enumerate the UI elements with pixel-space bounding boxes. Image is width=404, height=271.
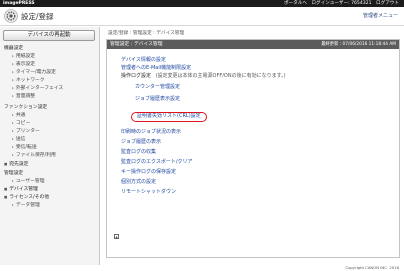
admin-menu-link[interactable]: 管理者メニュー — [363, 12, 398, 19]
sidebar-item-send[interactable]: 送信 — [12, 136, 26, 143]
sidebar: デバイスの再起動 機器設定 用紙設定 表示設定 タイマー/電力設定 ネットワーク… — [0, 27, 100, 265]
audit-log-collection-link[interactable]: 監査ログの収集 — [121, 149, 156, 156]
sidebar-item-timer-power[interactable]: タイマー/電力設定 — [12, 69, 56, 76]
page-title: 設定/登録 — [21, 12, 54, 21]
copyright-label: Copyright CANON INC. 2016 — [345, 265, 399, 270]
sidebar-item-common[interactable]: 共通 — [12, 112, 26, 119]
audit-log-export-link[interactable]: 監査ログのエクスポート/クリア — [121, 159, 193, 166]
sidebar-section-management-settings[interactable]: 管理設定 — [4, 170, 23, 177]
brand-label: imagePRESS — [3, 1, 35, 6]
device-management-panel: 管理設定 : デバイス管理 最終更新 : 07/06/2016 11:18:44… — [106, 39, 400, 258]
gear-icon — [4, 9, 18, 23]
admin-email-link[interactable]: 管理者へのE-Mail機能制限設定 — [121, 65, 191, 72]
breadcrumb: 設定/登録 : 管理設定 : デバイス管理 — [108, 31, 185, 36]
individual-method-link[interactable]: 個別方式の設定 — [121, 179, 156, 186]
sidebar-item-printer[interactable]: プリンター — [12, 128, 40, 135]
sidebar-item-external-interface[interactable]: 外部インターフェイス — [12, 85, 64, 92]
job-history-display-settings-link[interactable]: ジョブ履歴表示設定 — [135, 96, 180, 103]
sidebar-item-display[interactable]: 表示設定 — [12, 61, 35, 68]
sidebar-item-volume[interactable]: 音量調整 — [12, 93, 35, 100]
top-bar: imagePRESS ポータルへ ログインユーザー: 7654321 ログアウト — [0, 0, 404, 7]
footer: Copyright CANON INC. 2016 — [0, 265, 404, 271]
restart-device-button[interactable]: デバイスの再起動 — [3, 30, 95, 41]
sidebar-item-copy[interactable]: コピー — [12, 120, 30, 127]
sidebar-item-data-management[interactable]: データ管理 — [12, 202, 40, 209]
sidebar-section-device-settings[interactable]: 機器設定 — [4, 45, 23, 52]
logout-link[interactable]: ログアウト — [376, 1, 399, 6]
print-job-status-link[interactable]: 印刷時のジョブ状況の表示 — [121, 129, 181, 136]
operation-log-label: 操作ログ設定 — [121, 73, 152, 79]
sidebar-item-receive-forward[interactable]: 受信/転送 — [12, 144, 37, 151]
highlight-ring — [131, 112, 207, 122]
portal-link[interactable]: ポータルへ — [284, 1, 307, 6]
main-content: 設定/登録 : 管理設定 : デバイス管理 管理設定 : デバイス管理 最終更新… — [101, 27, 404, 265]
sidebar-item-paper[interactable]: 用紙設定 — [12, 53, 35, 60]
device-info-link[interactable]: デバイス情報の設定 — [121, 57, 166, 64]
key-operation-log-link[interactable]: キー操作ログの保存設定 — [121, 169, 176, 176]
operation-log-note: (設定変更は本体の主電源OFF/ONの後に有効になります。) — [155, 73, 286, 79]
page-top-icon[interactable]: ▴ — [114, 234, 119, 239]
page-header: 設定/登録 管理者メニュー — [0, 7, 404, 26]
sidebar-item-store-access-files[interactable]: ファイル保存/利用 — [12, 152, 56, 159]
sidebar-item-address-settings[interactable]: 宛先設定 — [4, 161, 28, 168]
panel-header: 管理設定 : デバイス管理 最終更新 : 07/06/2016 11:18:44… — [107, 40, 399, 49]
remote-shutdown-link[interactable]: リモートシャットダウン — [121, 189, 176, 196]
last-updated-label: 最終更新 : 07/06/2016 11:18:44 AM — [321, 42, 396, 47]
sidebar-section-function-settings[interactable]: ファンクション設定 — [4, 104, 47, 111]
sidebar-item-device-management[interactable]: デバイス管理 — [4, 186, 38, 193]
operation-log-row: 操作ログ設定 (設定変更は本体の主電源OFF/ONの後に有効になります。) — [121, 73, 286, 80]
top-links: ポータルへ ログインユーザー: 7654321 ログアウト — [281, 0, 399, 7]
sidebar-item-license-other[interactable]: ライセンス/その他 — [4, 194, 49, 201]
sidebar-item-user-management[interactable]: ユーザー管理 — [12, 178, 45, 185]
counter-settings-link[interactable]: カウンター管理設定 — [135, 84, 180, 91]
login-user-label: ログインユーザー: 7654321 — [311, 1, 372, 6]
panel-title: 管理設定 : デバイス管理 — [110, 42, 163, 47]
sidebar-item-network[interactable]: ネットワーク — [12, 77, 45, 84]
job-history-link[interactable]: ジョブ履歴の表示 — [121, 139, 161, 146]
